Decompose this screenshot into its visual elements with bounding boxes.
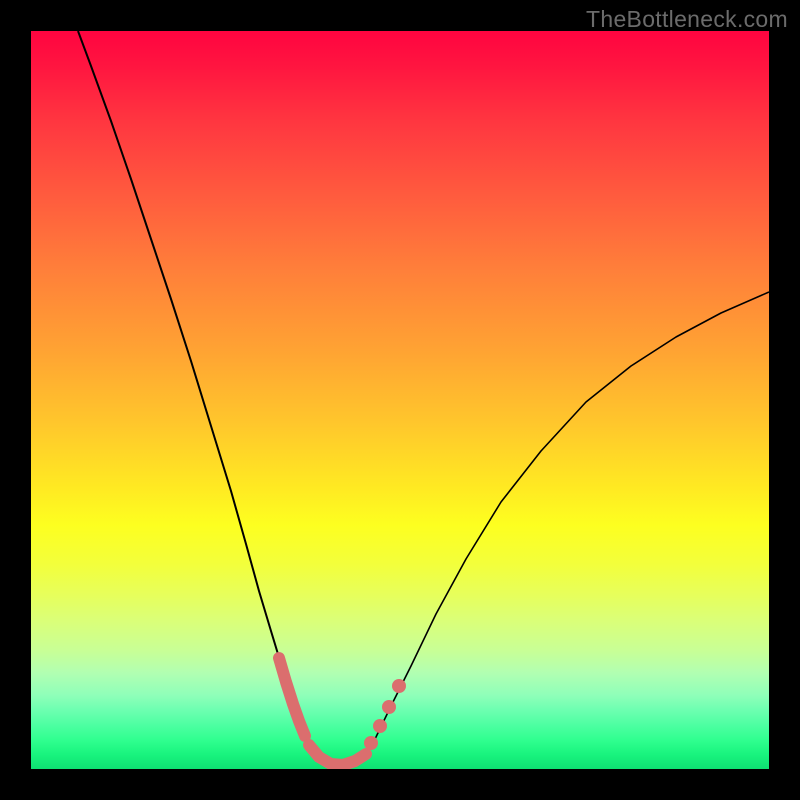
- watermark-text: TheBottleneck.com: [586, 6, 788, 33]
- right-dot-4: [392, 679, 406, 693]
- chart-frame: TheBottleneck.com: [0, 0, 800, 800]
- plot-area: [31, 31, 769, 769]
- left-curve: [78, 31, 313, 752]
- floor-marker-overlay: [309, 745, 366, 765]
- chart-svg: [31, 31, 769, 769]
- right-dot-2: [373, 719, 387, 733]
- right-dot-3: [382, 700, 396, 714]
- left-marker-overlay: [279, 658, 305, 736]
- right-curve: [365, 292, 769, 757]
- right-dot-1: [364, 736, 378, 750]
